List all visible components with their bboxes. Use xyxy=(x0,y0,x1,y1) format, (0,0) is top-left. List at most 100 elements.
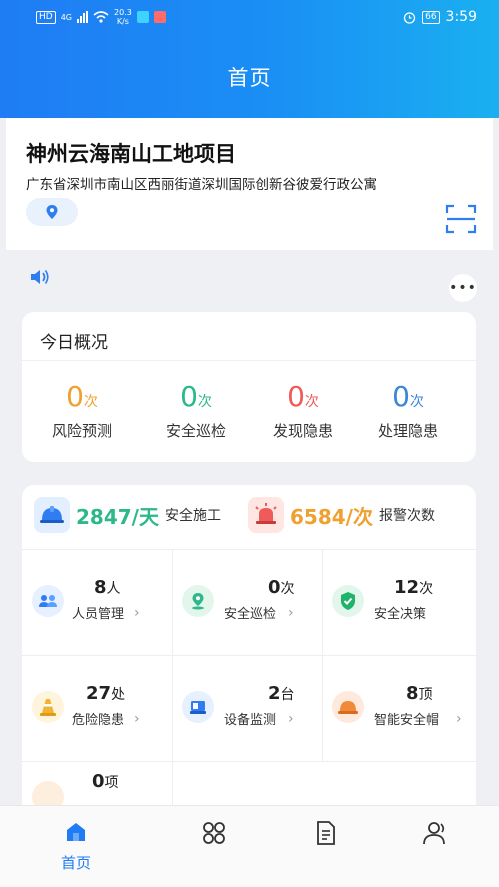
nav-profile[interactable] xyxy=(406,820,466,850)
stat-value: 0次 xyxy=(146,380,246,414)
project-address: 广东省深圳市南山区西丽街道深圳国际创新谷彼爱行政公寓 xyxy=(26,177,377,193)
wifi-icon xyxy=(93,11,109,23)
module-smart-helmet[interactable]: 8顶 智能安全帽 › xyxy=(322,657,472,761)
chevron-right-icon: › xyxy=(288,711,294,727)
stat-label: 风险预测 xyxy=(51,422,112,440)
stat-label: 处理隐患 xyxy=(377,422,438,440)
today-overview-card: 今日概况 0次 风险预测 0次 安全巡检 0次 发现隐患 0次 处理隐患 xyxy=(22,312,476,462)
module-label: 安全巡检 xyxy=(224,607,277,622)
stat-unit: 次 xyxy=(83,394,98,410)
chevron-right-icon: › xyxy=(288,605,294,621)
status-bar-left: HD 4G 20.3 K/s xyxy=(36,8,166,26)
grid-divider xyxy=(22,655,476,656)
summary-value: 6584/次 xyxy=(290,504,373,529)
helmet-icon xyxy=(34,497,70,533)
module-label: 危险隐患 xyxy=(72,713,125,728)
status-bar-right: 66 3:59 xyxy=(403,9,477,25)
grid-divider xyxy=(22,549,476,550)
chevron-right-icon: › xyxy=(456,711,462,727)
project-card: 神州云海南山工地项目 广东省深圳市南山区西丽街道深圳国际创新谷彼爱行政公寓 xyxy=(6,118,493,250)
alarm-icon xyxy=(248,497,284,533)
module-number: 2 xyxy=(268,683,281,704)
summary-alarm-count[interactable]: 6584/次 报警次数 xyxy=(248,497,435,533)
speaker-icon xyxy=(31,270,49,284)
document-icon xyxy=(317,821,335,845)
module-number: 8 xyxy=(406,683,419,704)
speed-value: 20.3 xyxy=(114,8,132,17)
stat-number: 0 xyxy=(66,380,84,413)
module-safety-inspection[interactable]: 0次 安全巡检 › xyxy=(172,551,322,655)
summary-label: 报警次数 xyxy=(378,508,435,524)
nav-label: 首页 xyxy=(60,854,91,872)
more-icon[interactable]: ••• xyxy=(449,274,477,302)
alarm-clock-icon xyxy=(403,11,416,24)
location-icon xyxy=(182,585,214,617)
battery-indicator: 66 xyxy=(422,10,440,24)
stat-number: 0 xyxy=(180,380,198,413)
stat-value: 0次 xyxy=(253,380,353,414)
people-icon xyxy=(32,585,64,617)
nav-apps[interactable] xyxy=(184,820,244,850)
stat-value: 0次 xyxy=(358,380,458,414)
stat-safety-inspection[interactable]: 0次 安全巡检 xyxy=(146,380,246,441)
equipment-icon xyxy=(182,691,214,723)
module-unit: 项 xyxy=(104,775,119,791)
chevron-right-icon: › xyxy=(134,711,140,727)
module-value: 0项 xyxy=(92,771,119,792)
stat-number: 0 xyxy=(392,380,410,413)
module-number: 27 xyxy=(86,683,112,704)
stat-risk-prediction[interactable]: 0次 风险预测 xyxy=(32,380,132,441)
hardhat-icon xyxy=(332,691,364,723)
module-value: 0次 xyxy=(268,577,295,598)
location-pin-icon xyxy=(46,205,58,219)
stat-number: 0 xyxy=(287,380,305,413)
module-unit: 次 xyxy=(419,581,434,597)
module-number: 0 xyxy=(92,771,105,792)
stat-label: 安全巡检 xyxy=(165,422,226,440)
module-hazards[interactable]: 27处 危险隐患 › xyxy=(22,657,172,761)
stat-label: 发现隐患 xyxy=(272,422,333,440)
project-name[interactable]: 神州云海南山工地项目 xyxy=(26,138,236,168)
module-label: 安全决策 xyxy=(374,607,427,622)
chevron-right-icon: › xyxy=(134,605,140,621)
notification-app-icon xyxy=(153,11,166,23)
module-equipment[interactable]: 2台 设备监测 › xyxy=(172,657,322,761)
hd-badge: HD xyxy=(36,10,56,24)
module-unit: 人 xyxy=(106,581,121,597)
scan-icon[interactable] xyxy=(445,204,477,234)
stat-handled-hazards[interactable]: 0次 处理隐患 xyxy=(358,380,458,441)
apps-icon xyxy=(203,822,225,844)
notice-bar: ••• xyxy=(6,256,493,306)
divider xyxy=(22,360,476,361)
clock: 3:59 xyxy=(445,9,477,25)
modules-card: 2847/天 安全施工 6584/次 报警次数 8人 人员管理 › 0次 安全巡… xyxy=(22,485,476,815)
module-value: 8顶 xyxy=(406,683,433,704)
module-number: 12 xyxy=(394,577,420,598)
module-label: 设备监测 xyxy=(224,713,277,728)
user-icon xyxy=(423,822,445,845)
module-label: 人员管理 xyxy=(72,607,125,622)
stat-found-hazards[interactable]: 0次 发现隐患 xyxy=(253,380,353,441)
module-safety-decision[interactable]: 12次 安全决策 xyxy=(322,551,472,655)
nav-documents[interactable] xyxy=(296,820,356,850)
status-bar: HD 4G 20.3 K/s 66 3:59 xyxy=(0,0,499,34)
network-speed: 20.3 K/s xyxy=(114,8,132,26)
network-label: 4G xyxy=(60,12,72,22)
module-number: 8 xyxy=(94,577,107,598)
module-value: 27处 xyxy=(86,683,125,704)
nav-home[interactable]: 首页 xyxy=(46,820,106,873)
location-button[interactable] xyxy=(26,198,78,226)
module-unit: 处 xyxy=(111,687,126,703)
app-header: HD 4G 20.3 K/s 66 3:59 首页 xyxy=(0,0,499,118)
stat-unit: 次 xyxy=(197,394,212,410)
summary-safe-construction[interactable]: 2847/天 安全施工 xyxy=(34,497,221,533)
speed-unit: K/s xyxy=(116,17,129,26)
module-unit: 台 xyxy=(280,687,295,703)
module-value: 12次 xyxy=(394,577,433,598)
module-value: 2台 xyxy=(268,683,295,704)
stat-unit: 次 xyxy=(304,394,319,410)
shield-icon xyxy=(332,585,364,617)
stat-value: 0次 xyxy=(32,380,132,414)
module-personnel[interactable]: 8人 人员管理 › xyxy=(22,551,172,655)
today-title: 今日概况 xyxy=(40,333,108,353)
